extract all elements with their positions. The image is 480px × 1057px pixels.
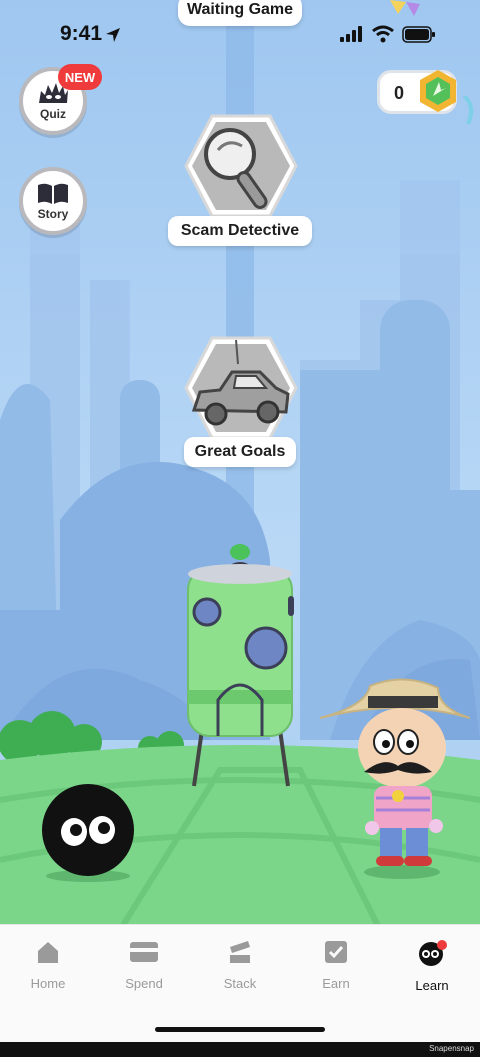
black-monster-character <box>42 784 134 882</box>
explorer-character <box>319 678 470 879</box>
quiz-label: Quiz <box>40 107 66 121</box>
tab-learn[interactable]: Learn <box>392 939 472 993</box>
coin-count: 0 <box>394 83 405 103</box>
story-button[interactable]: Story <box>19 167 87 235</box>
credit-text: Snapensnap <box>429 1044 474 1053</box>
bottom-tab-bar: Home Spend Stack Earn Learn <box>0 924 480 1043</box>
page-title: Waiting Game <box>178 0 302 26</box>
tab-stack[interactable]: Stack <box>200 939 280 991</box>
book-icon <box>38 183 68 204</box>
tab-learn-label: Learn <box>415 978 449 993</box>
location-arrow-icon <box>106 28 120 42</box>
card-icon <box>130 942 158 962</box>
scam-detective-label[interactable]: Scam Detective <box>168 216 312 246</box>
great-goals-lesson[interactable] <box>180 332 300 442</box>
checkbox-icon <box>325 941 347 963</box>
coin-counter[interactable]: 0 <box>377 70 457 114</box>
green-pod-illustration <box>187 544 294 787</box>
tab-home[interactable]: Home <box>8 939 88 991</box>
gem-coin-icon <box>420 70 456 112</box>
tab-earn[interactable]: Earn <box>296 939 376 991</box>
home-indicator <box>155 1027 325 1032</box>
signal-icon <box>340 26 362 42</box>
great-goals-label[interactable]: Great Goals <box>184 437 296 467</box>
story-label: Story <box>37 207 69 221</box>
tab-earn-label: Earn <box>322 976 350 991</box>
status-time: 9:41 <box>60 22 103 45</box>
house-icon <box>38 942 58 963</box>
monster-face-icon <box>419 940 447 966</box>
tab-spend-label: Spend <box>125 976 163 991</box>
tab-stack-label: Stack <box>223 976 257 991</box>
tab-home-label: Home <box>30 976 66 991</box>
new-badge: NEW <box>58 64 102 90</box>
tab-spend[interactable]: Spend <box>104 939 184 991</box>
bottom-black-strip <box>0 1042 480 1057</box>
kite-decoration-icon <box>390 0 420 16</box>
magnifying-glass-icon <box>184 114 298 218</box>
stack-icon <box>230 941 250 963</box>
car-icon <box>184 336 298 440</box>
scam-detective-lesson[interactable] <box>180 110 300 220</box>
streamer-decoration-icon <box>462 96 474 125</box>
